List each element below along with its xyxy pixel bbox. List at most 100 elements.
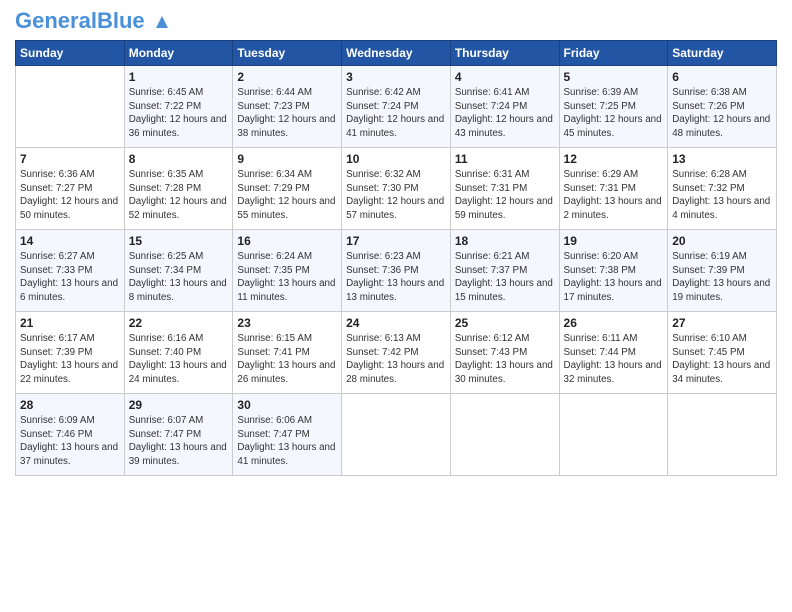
- calendar-cell: 19Sunrise: 6:20 AMSunset: 7:38 PMDayligh…: [559, 230, 668, 312]
- calendar-cell: 5 Sunrise: 6:39 AMSunset: 7:25 PMDaylight…: [559, 66, 668, 148]
- day-number: 23: [237, 316, 337, 330]
- day-info: Sunrise: 6:31 AMSunset: 7:31 PMDaylight:…: [455, 168, 555, 223]
- calendar-cell: 9Sunrise: 6:34 AMSunset: 7:29 PMDaylight…: [233, 148, 342, 230]
- calendar-cell: 7Sunrise: 6:36 AMSunset: 7:27 PMDaylight…: [16, 148, 125, 230]
- day-number: 5: [564, 70, 664, 84]
- day-number: 4: [455, 70, 555, 84]
- day-number: 16: [237, 234, 337, 248]
- logo-general: General: [15, 8, 97, 33]
- calendar-cell: 28 Sunrise: 6:09 AMSunset: 7:46 PMDayligh…: [16, 394, 125, 476]
- calendar-cell: 26 Sunrise: 6:11 AMSunset: 7:44 PMDayligh…: [559, 312, 668, 394]
- col-header-saturday: Saturday: [668, 41, 777, 66]
- day-number: 1: [129, 70, 229, 84]
- calendar-week-2: 7Sunrise: 6:36 AMSunset: 7:27 PMDaylight…: [16, 148, 777, 230]
- day-info: Sunrise: 6:28 AMSunset: 7:32 PMDaylight:…: [672, 168, 772, 223]
- day-info: Sunrise: 6:41 AMSunset: 7:24 PMDaylight:…: [455, 86, 555, 141]
- calendar-cell: 14Sunrise: 6:27 AMSunset: 7:33 PMDayligh…: [16, 230, 125, 312]
- day-number: 20: [672, 234, 772, 248]
- day-info: Sunrise: 6:10 AMSunset: 7:45 PMDaylight:…: [672, 332, 772, 387]
- day-number: 19: [564, 234, 664, 248]
- calendar-cell: 29Sunrise: 6:07 AMSunset: 7:47 PMDayligh…: [124, 394, 233, 476]
- day-number: 28: [20, 398, 120, 412]
- calendar-cell: 16 Sunrise: 6:24 AMSunset: 7:35 PMDayligh…: [233, 230, 342, 312]
- calendar-cell: 20Sunrise: 6:19 AMSunset: 7:39 PMDayligh…: [668, 230, 777, 312]
- day-info: Sunrise: 6:39 AMSunset: 7:25 PMDaylight:…: [564, 86, 664, 141]
- day-info: Sunrise: 6:45 AMSunset: 7:22 PMDaylight:…: [129, 86, 229, 141]
- day-info: Sunrise: 6:13 AMSunset: 7:42 PMDaylight:…: [346, 332, 446, 387]
- day-info: Sunrise: 6:23 AMSunset: 7:36 PMDaylight:…: [346, 250, 446, 305]
- day-number: 11: [455, 152, 555, 166]
- day-number: 18: [455, 234, 555, 248]
- day-number: 3: [346, 70, 446, 84]
- day-number: 29: [129, 398, 229, 412]
- calendar-cell: 11 Sunrise: 6:31 AMSunset: 7:31 PMDayligh…: [450, 148, 559, 230]
- col-header-tuesday: Tuesday: [233, 41, 342, 66]
- col-header-monday: Monday: [124, 41, 233, 66]
- calendar-week-4: 21 Sunrise: 6:17 AMSunset: 7:39 PMDayligh…: [16, 312, 777, 394]
- calendar-cell: 18 Sunrise: 6:21 AMSunset: 7:37 PMDayligh…: [450, 230, 559, 312]
- calendar-week-3: 14Sunrise: 6:27 AMSunset: 7:33 PMDayligh…: [16, 230, 777, 312]
- day-info: Sunrise: 6:44 AMSunset: 7:23 PMDaylight:…: [237, 86, 337, 141]
- day-info: Sunrise: 6:21 AMSunset: 7:37 PMDaylight:…: [455, 250, 555, 305]
- calendar-cell: 10 Sunrise: 6:32 AMSunset: 7:30 PMDayligh…: [342, 148, 451, 230]
- calendar-cell: 22 Sunrise: 6:16 AMSunset: 7:40 PMDayligh…: [124, 312, 233, 394]
- day-number: 6: [672, 70, 772, 84]
- day-info: Sunrise: 6:17 AMSunset: 7:39 PMDaylight:…: [20, 332, 120, 387]
- day-number: 21: [20, 316, 120, 330]
- day-number: 22: [129, 316, 229, 330]
- calendar-cell: 17Sunrise: 6:23 AMSunset: 7:36 PMDayligh…: [342, 230, 451, 312]
- day-info: Sunrise: 6:27 AMSunset: 7:33 PMDaylight:…: [20, 250, 120, 305]
- calendar-week-1: 1 Sunrise: 6:45 AMSunset: 7:22 PMDaylight…: [16, 66, 777, 148]
- calendar-cell: 6 Sunrise: 6:38 AMSunset: 7:26 PMDaylight…: [668, 66, 777, 148]
- day-info: Sunrise: 6:11 AMSunset: 7:44 PMDaylight:…: [564, 332, 664, 387]
- calendar-cell: 30Sunrise: 6:06 AMSunset: 7:47 PMDayligh…: [233, 394, 342, 476]
- day-number: 27: [672, 316, 772, 330]
- day-info: Sunrise: 6:16 AMSunset: 7:40 PMDaylight:…: [129, 332, 229, 387]
- day-info: Sunrise: 6:09 AMSunset: 7:46 PMDaylight:…: [20, 414, 120, 469]
- day-number: 10: [346, 152, 446, 166]
- calendar-cell: 4 Sunrise: 6:41 AMSunset: 7:24 PMDaylight…: [450, 66, 559, 148]
- calendar-cell: 8 Sunrise: 6:35 AMSunset: 7:28 PMDaylight…: [124, 148, 233, 230]
- calendar-cell: [450, 394, 559, 476]
- day-info: Sunrise: 6:12 AMSunset: 7:43 PMDaylight:…: [455, 332, 555, 387]
- day-number: 25: [455, 316, 555, 330]
- day-info: Sunrise: 6:42 AMSunset: 7:24 PMDaylight:…: [346, 86, 446, 141]
- logo-text: GeneralBlue: [15, 10, 171, 32]
- day-info: Sunrise: 6:24 AMSunset: 7:35 PMDaylight:…: [237, 250, 337, 305]
- day-info: Sunrise: 6:35 AMSunset: 7:28 PMDaylight:…: [129, 168, 229, 223]
- calendar-cell: 27 Sunrise: 6:10 AMSunset: 7:45 PMDayligh…: [668, 312, 777, 394]
- day-info: Sunrise: 6:06 AMSunset: 7:47 PMDaylight:…: [237, 414, 337, 469]
- calendar-cell: 13 Sunrise: 6:28 AMSunset: 7:32 PMDayligh…: [668, 148, 777, 230]
- col-header-wednesday: Wednesday: [342, 41, 451, 66]
- calendar-cell: 24 Sunrise: 6:13 AMSunset: 7:42 PMDayligh…: [342, 312, 451, 394]
- calendar-cell: [342, 394, 451, 476]
- day-number: 8: [129, 152, 229, 166]
- page-header: GeneralBlue: [15, 10, 777, 32]
- col-header-thursday: Thursday: [450, 41, 559, 66]
- calendar-cell: [16, 66, 125, 148]
- day-number: 12: [564, 152, 664, 166]
- day-number: 24: [346, 316, 446, 330]
- day-number: 2: [237, 70, 337, 84]
- calendar-cell: 3 Sunrise: 6:42 AMSunset: 7:24 PMDaylight…: [342, 66, 451, 148]
- day-info: Sunrise: 6:36 AMSunset: 7:27 PMDaylight:…: [20, 168, 120, 223]
- calendar-cell: 21 Sunrise: 6:17 AMSunset: 7:39 PMDayligh…: [16, 312, 125, 394]
- day-info: Sunrise: 6:29 AMSunset: 7:31 PMDaylight:…: [564, 168, 664, 223]
- calendar-cell: 2 Sunrise: 6:44 AMSunset: 7:23 PMDaylight…: [233, 66, 342, 148]
- logo-icon: [153, 13, 171, 31]
- logo-blue: Blue: [97, 8, 145, 33]
- day-info: Sunrise: 6:38 AMSunset: 7:26 PMDaylight:…: [672, 86, 772, 141]
- col-header-friday: Friday: [559, 41, 668, 66]
- col-header-sunday: Sunday: [16, 41, 125, 66]
- day-number: 15: [129, 234, 229, 248]
- day-number: 13: [672, 152, 772, 166]
- day-info: Sunrise: 6:25 AMSunset: 7:34 PMDaylight:…: [129, 250, 229, 305]
- calendar-cell: 15 Sunrise: 6:25 AMSunset: 7:34 PMDayligh…: [124, 230, 233, 312]
- calendar-cell: [668, 394, 777, 476]
- calendar-cell: 25 Sunrise: 6:12 AMSunset: 7:43 PMDayligh…: [450, 312, 559, 394]
- day-info: Sunrise: 6:32 AMSunset: 7:30 PMDaylight:…: [346, 168, 446, 223]
- calendar-week-5: 28 Sunrise: 6:09 AMSunset: 7:46 PMDayligh…: [16, 394, 777, 476]
- calendar-cell: 1 Sunrise: 6:45 AMSunset: 7:22 PMDaylight…: [124, 66, 233, 148]
- day-number: 26: [564, 316, 664, 330]
- calendar-cell: [559, 394, 668, 476]
